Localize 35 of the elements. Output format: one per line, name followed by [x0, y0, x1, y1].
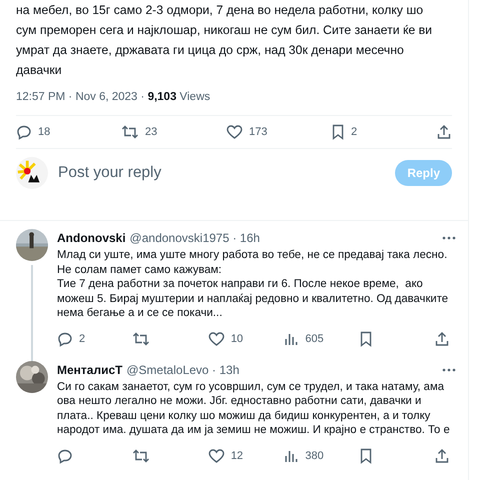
- reply-text: Млад си уште, има уште многу работа во тебе, не се предавај така лесно. Не солам памет само кажувам: Тие 7 дена работни за почеток направи ги 6. После некое време, ако можеш 5. Бирај муштерии и наплаќај редовно и квалитетно. Од давачките нема бегање а и се се покачи...: [57, 248, 450, 320]
- share-icon[interactable]: [434, 330, 450, 346]
- action-count: 2: [351, 126, 358, 138]
- action-count: 10: [230, 332, 244, 344]
- bookmark-icon[interactable]: [358, 448, 373, 464]
- heart-icon[interactable]: [208, 448, 225, 464]
- action-count: 173: [249, 126, 268, 138]
- action-count: 605: [305, 332, 324, 344]
- author-name[interactable]: МенталисТ: [57, 360, 122, 378]
- share-icon[interactable]: [434, 448, 450, 464]
- reply-icon[interactable]: [57, 330, 73, 346]
- action-count: 380: [305, 450, 324, 462]
- bookmark-icon[interactable]: [358, 330, 373, 346]
- more-icon[interactable]: [442, 368, 456, 372]
- action-count: 12: [230, 450, 244, 462]
- heart-icon[interactable]: [208, 330, 225, 346]
- tweet-meta: 12:57 PM · Nov 6, 2023 · 9,103 Views: [16, 90, 212, 105]
- action-count: 2: [79, 332, 86, 344]
- repost-icon[interactable]: [132, 448, 150, 464]
- reply-icon[interactable]: [16, 124, 32, 140]
- reply-text: Си го сакам занаетот, сум го усовршил, сум се трудел, и така натаму, ама ова нешто легално не можи. Јбг. едноставно работни сати, давачки и плата.. Креваш цени колку шо можиш да бидиш конкурентен, а и толку народот има. душата да им ја земиш не можиш. И крајно е странство. То е: [57, 380, 451, 438]
- heart-icon[interactable]: [226, 124, 243, 140]
- author-handle: @SmetaloLevo · 13h: [126, 362, 240, 378]
- reply-icon[interactable]: [57, 448, 73, 464]
- author-name[interactable]: Andonovski: [57, 229, 126, 247]
- share-icon[interactable]: [436, 124, 452, 140]
- repost-icon[interactable]: [132, 330, 150, 346]
- logo-icon: [16, 157, 48, 189]
- tweet-text: на мебел, во 15г само 2-3 одмори, 7 дена во недела работни, колку шо сум преморен сега и најклошар, никогаш не сум бил. Сите занаети ќе ви умрат да знаете, државата ги цица до срж, над 30к денари месечно давачки: [16, 2, 434, 79]
- bookmark-icon[interactable]: [331, 124, 345, 140]
- action-count: 18: [38, 126, 50, 138]
- action-count: 23: [145, 126, 158, 138]
- more-icon[interactable]: [442, 236, 456, 240]
- author-handle: @andonovski1975 · 16h: [130, 230, 260, 247]
- repost-icon[interactable]: [121, 124, 139, 140]
